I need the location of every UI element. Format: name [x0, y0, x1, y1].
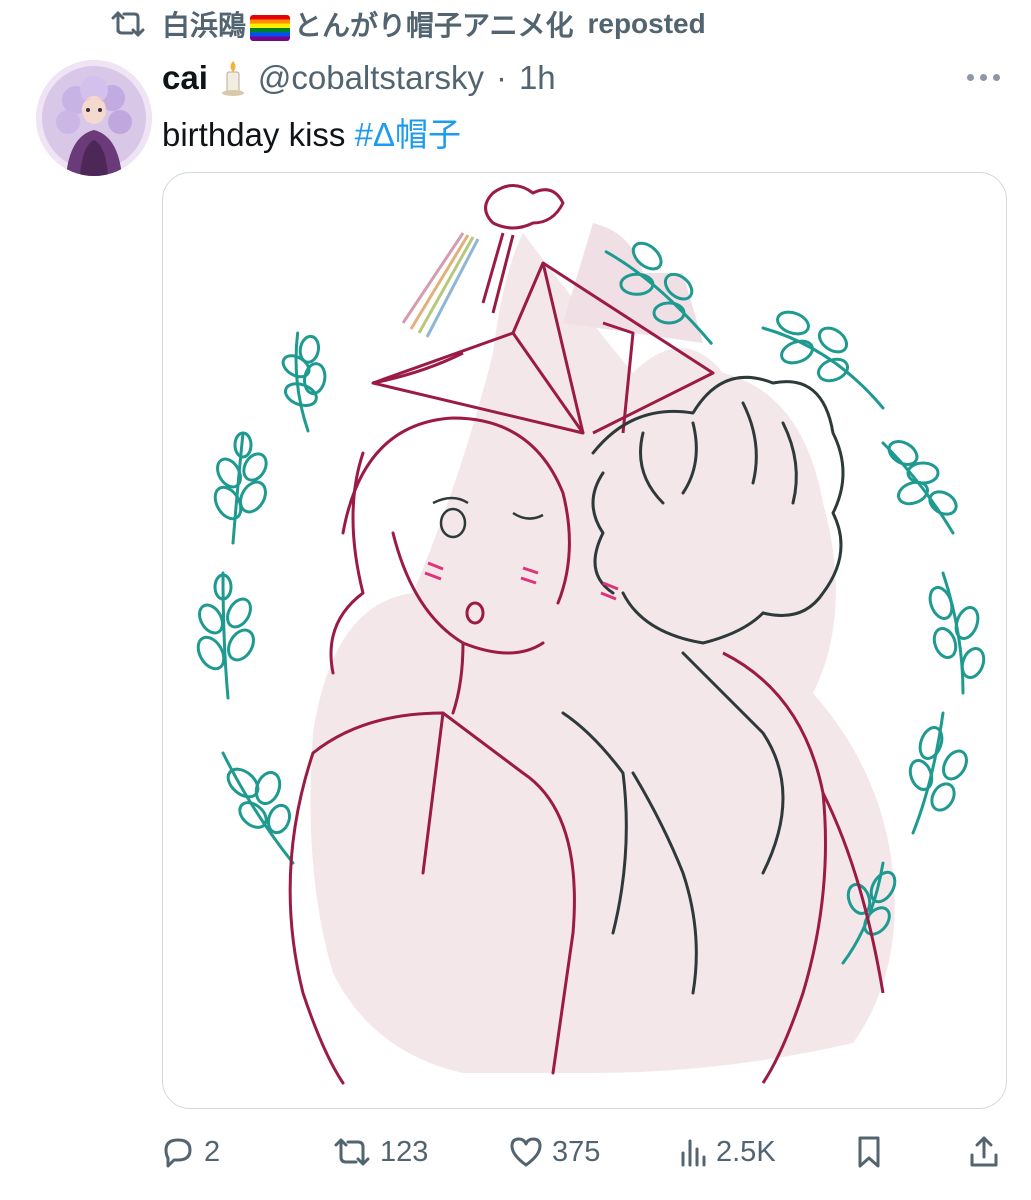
display-name[interactable]: cai [162, 59, 208, 97]
reply-button[interactable]: 2 [160, 1130, 220, 1174]
views-icon [681, 1139, 706, 1167]
bookmark-button[interactable] [854, 1130, 884, 1174]
heart-icon [510, 1137, 542, 1167]
separator-dot: · [495, 59, 507, 96]
illustration-artwork [196, 184, 986, 1085]
views-button[interactable]: 2.5K [678, 1130, 776, 1174]
like-button[interactable]: 375 [508, 1130, 600, 1174]
repost-user-name[interactable]: 白浜鴎 とんがり帽子アニメ化 [162, 4, 573, 44]
repost-count: 123 [380, 1135, 429, 1168]
repost-action-label: reposted [587, 8, 706, 39]
tweet-text: birthday kiss #Δ帽子 [162, 108, 461, 156]
reply-count: 2 [204, 1135, 221, 1168]
share-button[interactable] [968, 1130, 1000, 1174]
like-count: 375 [552, 1135, 601, 1168]
tweet-body: birthday kiss [162, 116, 346, 153]
rainbow-flag-icon [250, 14, 291, 41]
candle-icon [220, 59, 246, 97]
more-options-icon[interactable] [960, 62, 1006, 92]
views-count: 2.5K [716, 1135, 776, 1168]
repost-icon [108, 6, 148, 42]
avatar[interactable] [36, 60, 152, 176]
hashtag-link[interactable]: #Δ帽子 [355, 116, 461, 153]
tweet-action-bar: 2 123 375 2.5K [160, 1130, 1005, 1174]
repost-action-icon [334, 1138, 370, 1166]
bookmark-icon [858, 1136, 880, 1168]
repost-header[interactable]: 白浜鴎 とんがり帽子アニメ化 reposted [108, 6, 706, 42]
share-icon [970, 1136, 998, 1167]
tweet-header: cai @cobaltstarsky · 1h [162, 56, 556, 100]
repost-button[interactable]: 123 [332, 1130, 428, 1174]
user-handle[interactable]: @cobaltstarsky [258, 59, 484, 97]
reply-icon [164, 1138, 192, 1168]
tweet-media-image[interactable] [162, 172, 1007, 1109]
timestamp[interactable]: 1h [519, 59, 556, 97]
